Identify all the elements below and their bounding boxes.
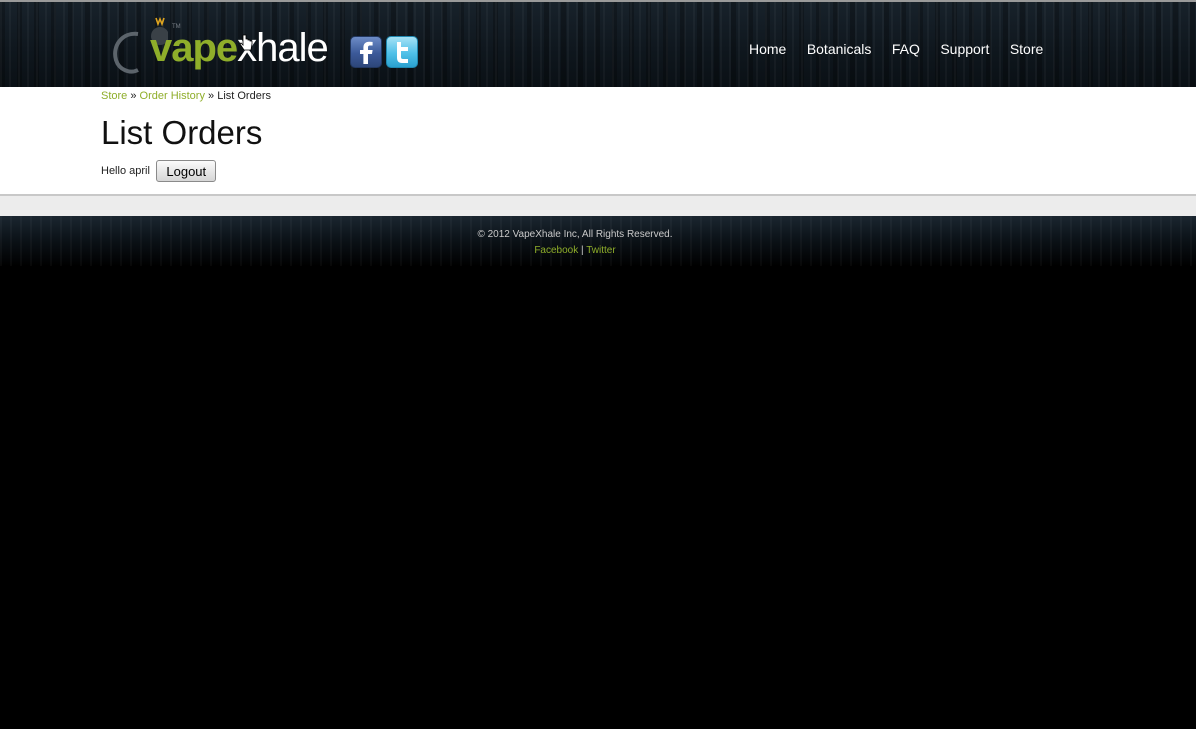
footer-link-separator: | — [581, 245, 584, 256]
twitter-icon — [397, 42, 408, 63]
page-title: List Orders — [101, 114, 263, 151]
main-content: Store » Order History » List Orders List… — [0, 87, 1196, 196]
facebook-icon — [360, 41, 373, 64]
content-divider-band — [0, 196, 1196, 216]
site-header: TM vapexhale Home Botanicals FAQ Support… — [0, 0, 1196, 87]
nav-home[interactable]: Home — [749, 41, 786, 57]
site-footer: © 2012 VapeXhale Inc, All Rights Reserve… — [0, 216, 1196, 266]
copyright-text: © 2012 VapeXhale Inc, All Rights Reserve… — [477, 229, 673, 240]
footer-link-twitter[interactable]: Twitter — [586, 245, 615, 256]
logout-button[interactable]: Logout — [156, 160, 217, 182]
vapexhale-logo[interactable]: TM vapexhale — [108, 12, 340, 76]
footer-links: Facebook | Twitter — [0, 245, 1150, 256]
hand-cursor-icon — [240, 34, 253, 51]
breadcrumb-separator: » — [208, 90, 215, 102]
breadcrumb: Store » Order History » List Orders — [101, 90, 271, 102]
twitter-button[interactable] — [386, 36, 418, 68]
logo-wordmark: vapexhale — [150, 26, 329, 70]
logo-text-vape: vape — [150, 26, 238, 70]
nav-store[interactable]: Store — [1010, 41, 1043, 57]
breadcrumb-order-history[interactable]: Order History — [140, 90, 205, 102]
footer-link-facebook[interactable]: Facebook — [534, 245, 578, 256]
user-greeting-row: Hello april Logout — [101, 160, 217, 184]
facebook-button[interactable] — [350, 36, 382, 68]
nav-botanicals[interactable]: Botanicals — [807, 41, 872, 57]
greeting-text: Hello april — [101, 165, 150, 177]
breadcrumb-store[interactable]: Store — [101, 90, 127, 102]
main-nav: Home Botanicals FAQ Support Store — [749, 41, 1059, 61]
breadcrumb-separator: » — [130, 90, 137, 102]
nav-faq[interactable]: FAQ — [892, 41, 920, 57]
nav-support[interactable]: Support — [940, 41, 989, 57]
breadcrumb-current: List Orders — [217, 90, 271, 102]
